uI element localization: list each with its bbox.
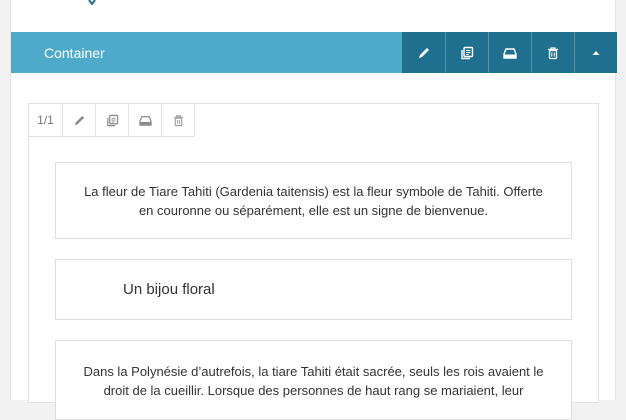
duplicate-icon <box>106 114 118 126</box>
text-block[interactable]: Dans la Polynésie d’autrefois, la tiare … <box>55 340 572 420</box>
pencil-icon <box>74 115 84 125</box>
duplicate-button[interactable] <box>445 32 488 73</box>
edit-button[interactable] <box>62 104 95 136</box>
caret-up-icon <box>592 50 600 55</box>
container-header[interactable]: Container <box>11 32 617 73</box>
heading-block[interactable]: Un bijou floral <box>55 259 572 320</box>
item-count: 1/1 <box>37 113 54 127</box>
save-icon <box>503 47 517 59</box>
duplicate-icon <box>461 46 474 59</box>
chevron-down-icon <box>88 0 96 5</box>
container-toolbar <box>402 32 617 73</box>
inner-container: 1/1 La fleur de Tiare Tahiti (Gardenia t… <box>28 103 599 420</box>
text-block[interactable]: La fleur de Tiare Tahiti (Gardenia taite… <box>55 162 572 239</box>
text-block-content: La fleur de Tiare Tahiti (Gardenia taite… <box>84 183 543 218</box>
edit-button[interactable] <box>402 32 445 73</box>
container-title: Container <box>44 44 105 61</box>
save-button[interactable] <box>128 104 161 136</box>
page-frame: Container 1/1 La fleur de Tiare Tahiti (… <box>10 0 617 420</box>
duplicate-button[interactable] <box>95 104 128 136</box>
top-area <box>11 0 615 32</box>
save-icon <box>138 115 152 126</box>
trash-icon <box>173 114 183 126</box>
text-block-content: Dans la Polynésie d’autrefois, la tiare … <box>83 364 544 398</box>
trash-icon <box>548 46 558 59</box>
delete-button[interactable] <box>531 32 574 73</box>
delete-button[interactable] <box>161 104 194 136</box>
collapse-button[interactable] <box>574 32 617 73</box>
save-button[interactable] <box>488 32 531 73</box>
pencil-icon <box>418 47 429 58</box>
heading-block-content: Un bijou floral <box>123 281 215 298</box>
inner-toolbar: 1/1 <box>29 104 195 137</box>
